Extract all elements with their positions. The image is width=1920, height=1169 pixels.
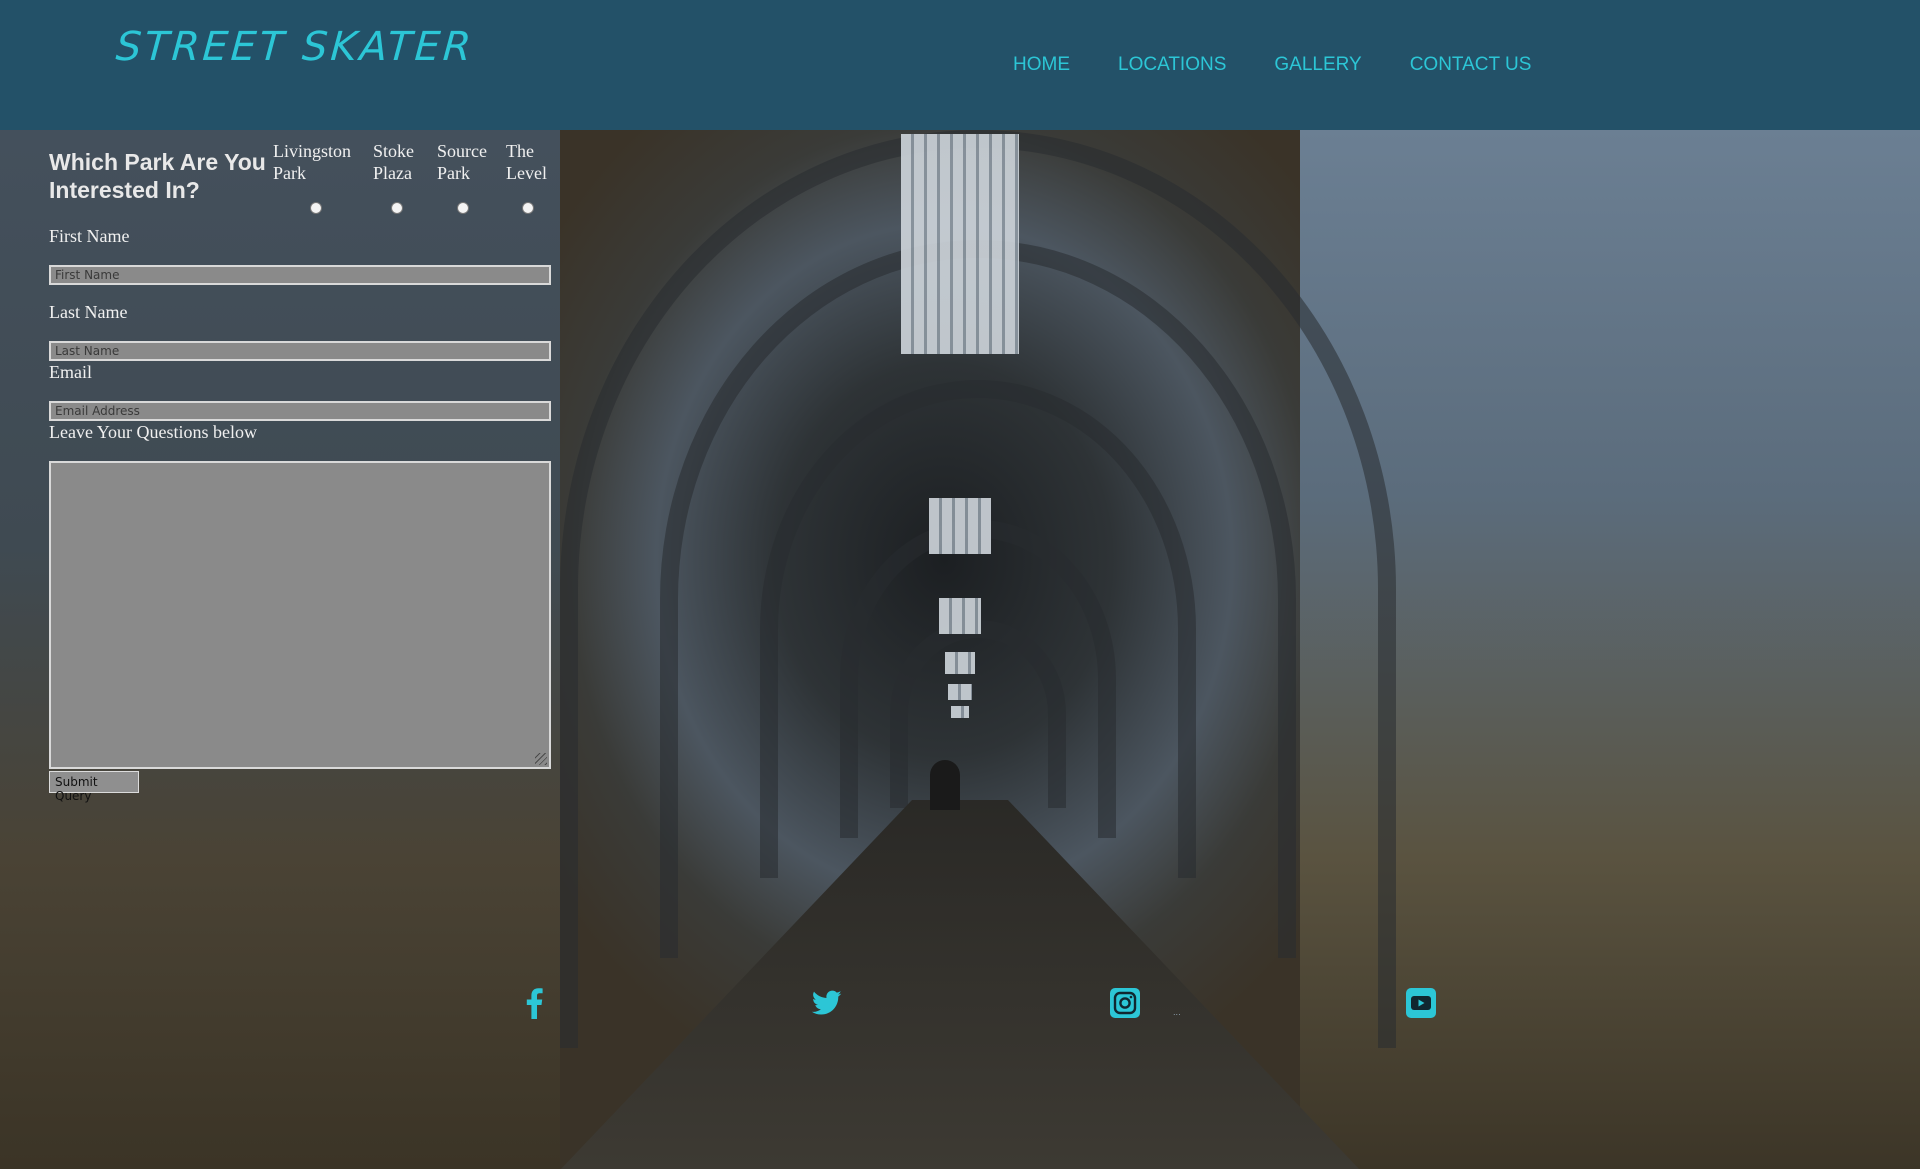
instagram-icon[interactable] bbox=[1110, 988, 1140, 1018]
park-option-label-line2: Level bbox=[506, 163, 547, 183]
park-option-label-line1: Source bbox=[437, 141, 487, 161]
park-option-stoke: Stoke Plaza bbox=[373, 140, 414, 184]
park-option-label-line2: Park bbox=[273, 163, 306, 183]
questions-label: Leave Your Questions below bbox=[49, 422, 257, 442]
park-option-level: The Level bbox=[506, 140, 547, 184]
first-name-field[interactable]: First Name bbox=[49, 265, 551, 285]
resize-handle[interactable] bbox=[535, 753, 547, 765]
last-name-label: Last Name bbox=[49, 302, 128, 322]
first-name-label: First Name bbox=[49, 226, 130, 246]
questions-textarea[interactable] bbox=[49, 461, 551, 769]
site-logo[interactable]: STREET SKATER bbox=[114, 24, 475, 70]
nav-home[interactable]: HOME bbox=[1013, 54, 1070, 76]
stray-text: ... bbox=[1173, 1008, 1181, 1017]
nav-locations[interactable]: LOCATIONS bbox=[1118, 54, 1226, 76]
park-question-heading: Which Park Are You Interested In? bbox=[49, 149, 266, 203]
radio-source-park[interactable] bbox=[457, 202, 469, 214]
park-option-label-line1: The bbox=[506, 141, 534, 161]
main-nav: HOME LOCATIONS GALLERY CONTACT US bbox=[1013, 54, 1579, 76]
radio-stoke-plaza[interactable] bbox=[391, 202, 403, 214]
park-option-source: Source Park bbox=[437, 140, 487, 184]
last-name-field[interactable]: Last Name bbox=[49, 341, 551, 361]
twitter-icon[interactable] bbox=[812, 988, 842, 1018]
email-label: Email bbox=[49, 362, 92, 382]
facebook-icon[interactable] bbox=[519, 988, 549, 1019]
youtube-icon[interactable] bbox=[1406, 988, 1436, 1018]
park-option-label-line1: Livingston bbox=[273, 141, 352, 161]
park-option-label-line2: Park bbox=[437, 163, 470, 183]
email-field[interactable]: Email Address bbox=[49, 401, 551, 421]
nav-gallery[interactable]: GALLERY bbox=[1274, 54, 1361, 76]
submit-button[interactable]: Submit Query bbox=[49, 771, 139, 803]
park-option-livingston: Livingston Park bbox=[273, 140, 351, 184]
site-header: STREET SKATER HOME LOCATIONS GALLERY CON… bbox=[0, 0, 1920, 130]
radio-the-level[interactable] bbox=[522, 202, 534, 214]
park-option-label-line1: Stoke bbox=[373, 141, 415, 161]
nav-contact-us[interactable]: CONTACT US bbox=[1410, 54, 1532, 76]
park-option-label-line2: Plaza bbox=[373, 163, 412, 183]
radio-livingston-park[interactable] bbox=[310, 202, 322, 214]
